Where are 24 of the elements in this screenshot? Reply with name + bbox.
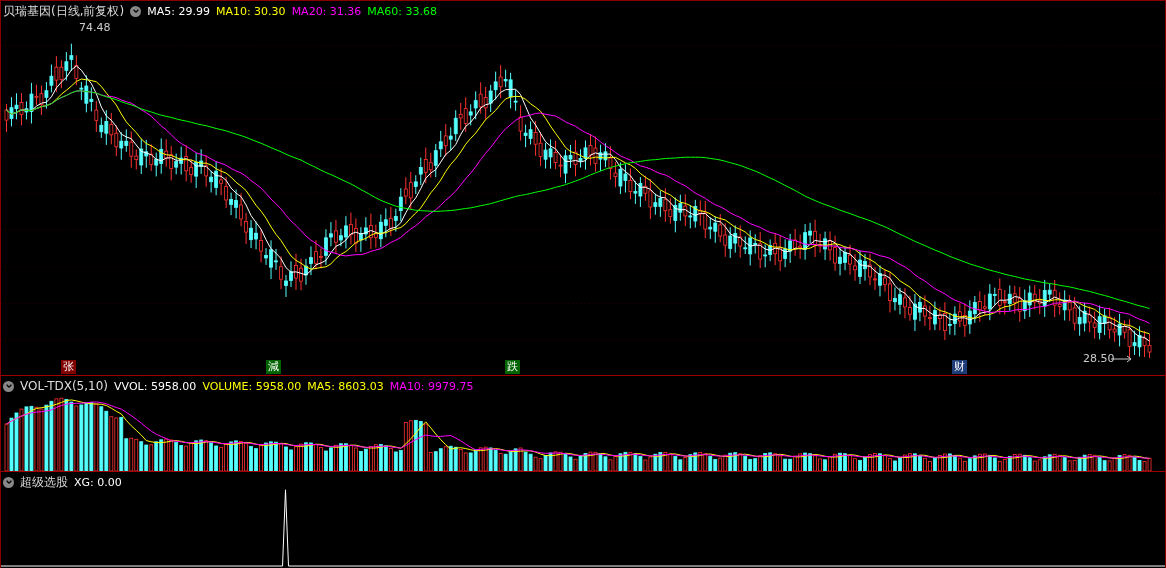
- event-marker: 減: [266, 360, 281, 374]
- event-marker: 张: [61, 360, 76, 374]
- indicator-value: MA10: 30.30: [215, 4, 286, 18]
- indicator-value: XG: 0.00: [74, 475, 122, 489]
- indicator-value: MA60: 33.68: [367, 4, 438, 18]
- dropdown-button[interactable]: [3, 380, 14, 392]
- chevron-down-icon: [4, 382, 13, 390]
- indicator-name: VOL-TDX(5,10): [20, 379, 109, 393]
- dropdown-button[interactable]: [130, 5, 142, 17]
- indicator-value: VOLUME: 5958.00: [202, 379, 302, 393]
- event-marker: 财: [952, 360, 967, 374]
- indicator-name: 超级选股: [20, 473, 68, 491]
- indicator-value: MA5: 8603.03: [307, 379, 384, 393]
- indicator-value: VVOL: 5958.00: [114, 379, 197, 393]
- chevron-down-icon: [131, 7, 140, 15]
- low-price-label: 28.50: [1083, 352, 1115, 365]
- indicator-value: MA10: 9979.75: [389, 379, 474, 393]
- event-marker: 跌: [505, 360, 520, 374]
- dropdown-button[interactable]: [3, 476, 14, 488]
- indicator-value: MA5: 29.99: [147, 4, 210, 18]
- indicator-value: MA20: 31.36: [291, 4, 362, 18]
- high-price-label: 74.48: [79, 21, 111, 34]
- chevron-down-icon: [4, 478, 13, 486]
- chart-title: 贝瑞基因(日线,前复权): [3, 2, 125, 20]
